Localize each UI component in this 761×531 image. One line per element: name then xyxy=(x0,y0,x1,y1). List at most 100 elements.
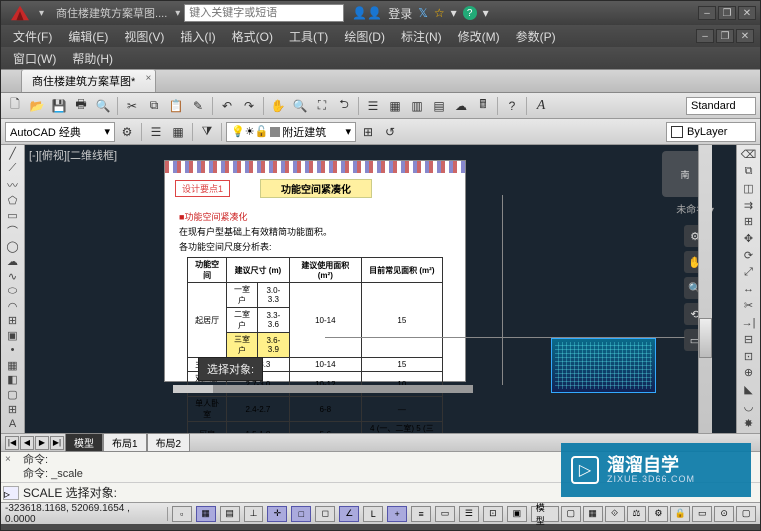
chamfer-icon[interactable]: ◣ xyxy=(739,382,759,398)
document-tab-close-icon[interactable]: × xyxy=(145,73,151,84)
copy-icon[interactable]: ⧉ xyxy=(144,96,164,116)
copy-obj-icon[interactable]: ⧉ xyxy=(739,164,759,180)
revcloud-icon[interactable]: ☁ xyxy=(3,255,23,269)
text-style-a-icon[interactable]: A xyxy=(531,96,551,116)
infocenter-icon[interactable]: 👤👤 xyxy=(352,6,382,20)
status-quickview-icon[interactable]: ▦ xyxy=(583,506,603,522)
minimize-button[interactable]: – xyxy=(698,6,716,20)
layer-combo[interactable]: 💡 ☀ 🔓 附近建筑 ▾ xyxy=(226,122,356,142)
command-close-icon[interactable]: × xyxy=(5,453,11,467)
table-icon[interactable]: ⊞ xyxy=(3,402,23,416)
xline-icon[interactable]: ⟋ xyxy=(3,162,23,176)
status-infer-icon[interactable]: ▫ xyxy=(172,506,192,522)
search-input[interactable] xyxy=(184,4,344,22)
status-tpy-icon[interactable]: ▭ xyxy=(435,506,455,522)
tool-palettes-icon[interactable]: ▥ xyxy=(407,96,427,116)
layout-nav-last[interactable]: ▶| xyxy=(50,436,64,450)
workspace-combo[interactable]: AutoCAD 经典 ▾ xyxy=(5,122,115,142)
status-otrack-icon[interactable]: ∠ xyxy=(339,506,359,522)
polygon-icon[interactable]: ⬠ xyxy=(3,194,23,208)
color-combo[interactable]: ByLayer xyxy=(666,122,756,142)
menu-modify[interactable]: 修改(M) xyxy=(452,26,506,47)
zoom-prev-icon[interactable]: ⮌ xyxy=(334,96,354,116)
layer-filter-icon[interactable]: ⧩ xyxy=(197,122,217,142)
menu-format[interactable]: 格式(O) xyxy=(226,26,279,47)
pline-icon[interactable]: 〰 xyxy=(3,177,23,193)
move-icon[interactable]: ✥ xyxy=(739,231,759,247)
circle-icon[interactable]: ◯ xyxy=(3,240,23,254)
layout-tab-model[interactable]: 模型 xyxy=(65,433,103,452)
layer-prev-icon[interactable]: ↺ xyxy=(380,122,400,142)
layout-nav-next[interactable]: ▶ xyxy=(35,436,49,450)
doc-restore-button[interactable]: ❐ xyxy=(716,29,734,43)
undo-icon[interactable]: ↶ xyxy=(217,96,237,116)
ellipse-icon[interactable]: ⬭ xyxy=(3,284,23,298)
status-sc-icon[interactable]: ⊡ xyxy=(483,506,503,522)
title-dropdown2-icon[interactable]: ▾ xyxy=(451,6,457,20)
login-link[interactable]: 登录 xyxy=(388,5,412,22)
doc-close-button[interactable]: ✕ xyxy=(736,29,754,43)
make-block-icon[interactable]: ▣ xyxy=(3,329,23,343)
menu-dimension[interactable]: 标注(N) xyxy=(395,26,448,47)
status-3dosnap-icon[interactable]: ◻ xyxy=(315,506,335,522)
app-logo[interactable] xyxy=(5,3,35,23)
layout-tab-1[interactable]: 布局1 xyxy=(103,433,147,452)
rect-icon[interactable]: ▭ xyxy=(3,208,23,222)
menu-view[interactable]: 视图(V) xyxy=(118,26,170,47)
status-ortho-icon[interactable]: ⊥ xyxy=(244,506,264,522)
layer-match-icon[interactable]: ⊞ xyxy=(358,122,378,142)
new-icon[interactable]: 🗋 xyxy=(5,96,25,116)
stretch-icon[interactable]: ↔ xyxy=(739,281,759,297)
document-tab[interactable]: 商住楼建筑方案草图* × xyxy=(21,69,156,92)
insert-block-icon[interactable]: ⊞ xyxy=(3,314,23,328)
status-ducs-icon[interactable]: L xyxy=(363,506,383,522)
join-icon[interactable]: ⊕ xyxy=(739,365,759,381)
favorite-star-icon[interactable]: ☆ xyxy=(434,6,445,20)
save-icon[interactable]: 💾 xyxy=(49,96,69,116)
gradient-icon[interactable]: ◧ xyxy=(3,373,23,387)
layer-states-icon[interactable]: ▦ xyxy=(168,122,188,142)
status-annoscale-icon[interactable]: ⟐ xyxy=(605,506,625,522)
menu-window[interactable]: 窗口(W) xyxy=(7,48,62,69)
status-dyn-icon[interactable]: + xyxy=(387,506,407,522)
status-qp-icon[interactable]: ☰ xyxy=(459,506,479,522)
layout-tab-2[interactable]: 布局2 xyxy=(147,433,191,452)
restore-button[interactable]: ❐ xyxy=(718,6,736,20)
region-icon[interactable]: ▢ xyxy=(3,388,23,402)
array-icon[interactable]: ⊞ xyxy=(739,214,759,230)
close-button[interactable]: ✕ xyxy=(738,6,756,20)
help-icon[interactable]: ? xyxy=(463,6,477,20)
quick-access-dropdown[interactable]: ▾ xyxy=(39,8,44,19)
menu-draw[interactable]: 绘图(D) xyxy=(338,26,391,47)
menu-insert[interactable]: 插入(I) xyxy=(174,26,221,47)
pan-icon[interactable]: ✋ xyxy=(268,96,288,116)
exchange-x-icon[interactable]: 𝕏 xyxy=(418,6,428,20)
print-icon[interactable]: 🖶 xyxy=(71,96,91,116)
plot-preview-icon[interactable]: 🔍 xyxy=(93,96,113,116)
status-lock-icon[interactable]: 🔒 xyxy=(670,506,690,522)
status-lwt-icon[interactable]: ≡ xyxy=(411,506,431,522)
command-prompt-icon[interactable]: ▹ xyxy=(3,486,19,500)
canvas-scrollbar-vertical[interactable] xyxy=(698,145,712,433)
status-polar-icon[interactable]: ✛ xyxy=(267,506,287,522)
help-dropdown-icon[interactable]: ▾ xyxy=(483,6,489,20)
markup-icon[interactable]: ☁ xyxy=(451,96,471,116)
status-am-icon[interactable]: ▣ xyxy=(507,506,527,522)
embedded-scrollbar[interactable] xyxy=(173,385,473,393)
rotate-icon[interactable]: ⟳ xyxy=(739,248,759,264)
layer-props-icon[interactable]: ☰ xyxy=(146,122,166,142)
menu-edit[interactable]: 编辑(E) xyxy=(62,26,114,47)
calc-icon[interactable]: 🖩 xyxy=(473,96,493,116)
status-clean-icon[interactable]: ▢ xyxy=(736,506,756,522)
spline-icon[interactable]: ∿ xyxy=(3,270,23,284)
doc-minimize-button[interactable]: – xyxy=(696,29,714,43)
zoom-window-icon[interactable]: ⛶ xyxy=(312,96,332,116)
menu-file[interactable]: 文件(F) xyxy=(7,26,58,47)
extend-icon[interactable]: →| xyxy=(739,315,759,331)
arc-icon[interactable]: ⌒ xyxy=(3,223,23,239)
title-dropdown-icon[interactable]: ▾ xyxy=(175,8,180,19)
explode-icon[interactable]: ✸ xyxy=(739,415,759,431)
sheet-set-icon[interactable]: ▤ xyxy=(429,96,449,116)
erase-icon[interactable]: ⌫ xyxy=(739,147,759,163)
mirror-icon[interactable]: ◫ xyxy=(739,181,759,197)
